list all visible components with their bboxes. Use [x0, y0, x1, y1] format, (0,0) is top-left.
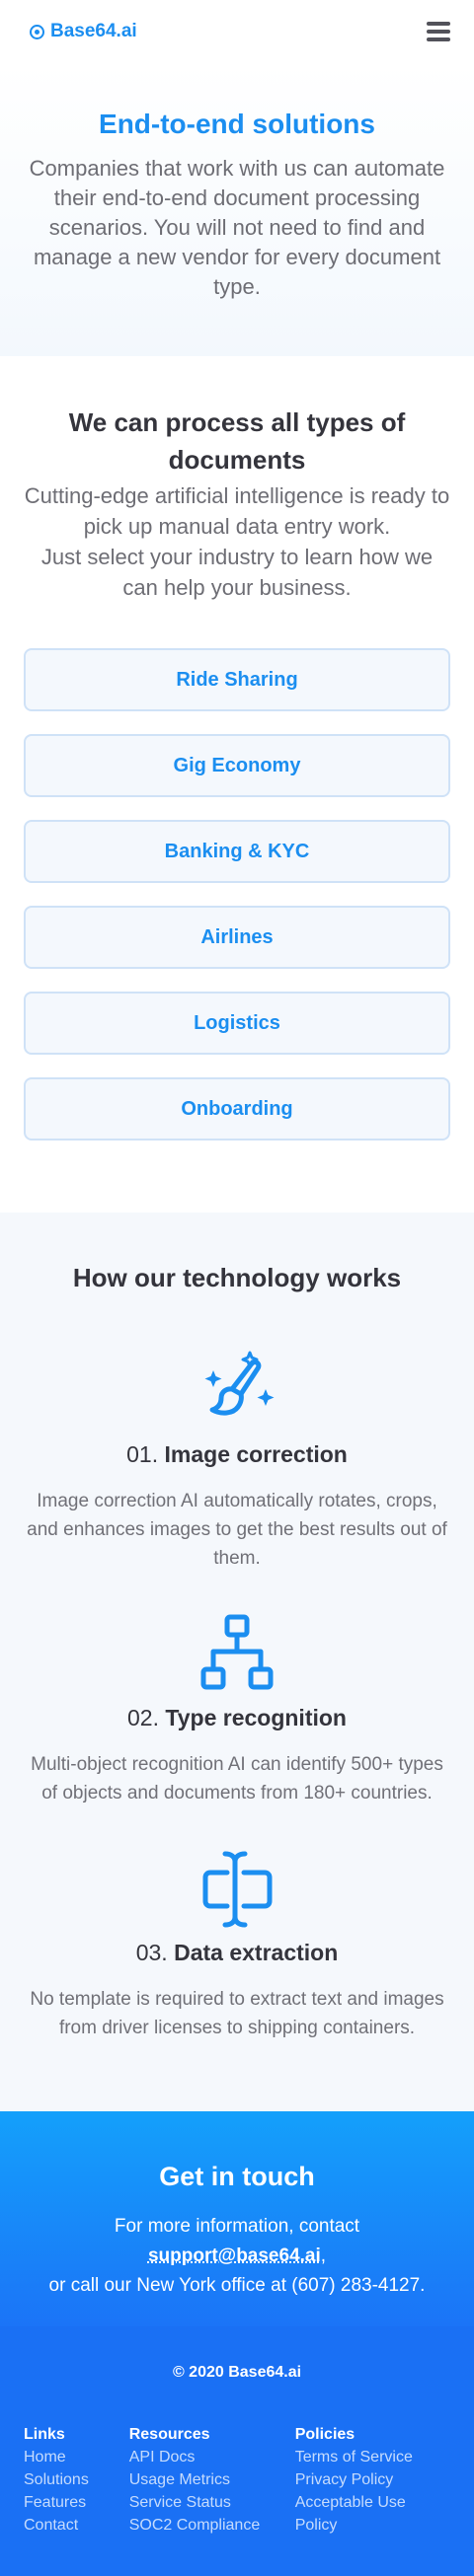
footer-link-terms[interactable]: Terms of Service	[295, 2446, 450, 2468]
footer-link-contact[interactable]: Contact	[24, 2514, 129, 2537]
step-description: Multi-object recognition AI can identify…	[31, 1754, 443, 1803]
text-cursor-field-icon	[202, 1851, 273, 1928]
footer-heading: Links	[24, 2426, 65, 2443]
technology-title: How our technology works	[72, 1263, 402, 1292]
hero-section: End-to-end solutions Companies that work…	[0, 63, 474, 356]
footer-link-service-status[interactable]: Service Status	[129, 2491, 295, 2514]
step-name: Image correction	[164, 1441, 348, 1467]
logo-icon	[30, 24, 44, 39]
menu-bar	[427, 22, 450, 26]
hierarchy-icon	[200, 1614, 274, 1690]
step-name: Type recognition	[165, 1705, 347, 1730]
menu-bar	[427, 37, 450, 41]
contact-section: Get in touch For more information, conta…	[0, 2111, 474, 2326]
tech-step-type-recognition: 02. Type recognition Multi-object recogn…	[26, 1610, 448, 1807]
brand-logo[interactable]: Base64.ai	[30, 21, 137, 42]
industries-lead: Cutting-edge artificial intelligence is …	[24, 483, 450, 600]
copyright: © 2020 Base64.ai	[172, 2364, 302, 2381]
footer-link-soc2[interactable]: SOC2 Compliance	[129, 2514, 295, 2537]
step-title: 01. Image correction	[26, 1437, 448, 1471]
footer-link-api-docs[interactable]: API Docs	[129, 2446, 295, 2468]
menu-bar	[427, 30, 450, 34]
technology-section: How our technology works 01. Image corre…	[0, 1213, 474, 2111]
hamburger-menu-icon[interactable]	[427, 22, 450, 41]
footer: © 2020 Base64.ai Links Home Solutions Fe…	[0, 2326, 474, 2576]
hero-title: End-to-end solutions	[99, 109, 375, 139]
industry-button-banking-kyc[interactable]: Banking & KYC	[24, 820, 450, 883]
contact-text-before: For more information, contact	[114, 2216, 360, 2237]
industry-button-airlines[interactable]: Airlines	[24, 906, 450, 969]
magic-brush-icon	[204, 1351, 275, 1416]
tech-step-data-extraction: 03. Data extraction No template is requi…	[26, 1845, 448, 2042]
support-email-link[interactable]: support@base64.ai	[148, 2245, 321, 2266]
hero-text: Companies that work with us can automate…	[29, 156, 445, 299]
step-title: 03. Data extraction	[26, 1936, 448, 1969]
footer-link-home[interactable]: Home	[24, 2446, 129, 2468]
step-title: 02. Type recognition	[26, 1701, 448, 1734]
industry-button-ride-sharing[interactable]: Ride Sharing	[24, 648, 450, 711]
step-description: No template is required to extract text …	[30, 1989, 444, 2038]
industry-button-gig-economy[interactable]: Gig Economy	[24, 734, 450, 797]
footer-column-resources: Resources API Docs Usage Metrics Service…	[129, 2423, 295, 2537]
industries-title: We can process all types of documents	[68, 407, 406, 475]
industry-button-onboarding[interactable]: Onboarding	[24, 1077, 450, 1141]
footer-link-solutions[interactable]: Solutions	[24, 2468, 129, 2491]
step-number: 03.	[135, 1940, 168, 1965]
footer-heading: Resources	[128, 2426, 210, 2443]
footer-link-acceptable-use[interactable]: Acceptable Use Policy	[295, 2491, 450, 2537]
footer-heading: Policies	[294, 2426, 356, 2443]
contact-title: Get in touch	[159, 2162, 315, 2191]
footer-link-features[interactable]: Features	[24, 2491, 129, 2514]
footer-link-usage-metrics[interactable]: Usage Metrics	[129, 2468, 295, 2491]
footer-column-links: Links Home Solutions Features Contact	[24, 2423, 129, 2537]
footer-columns: Links Home Solutions Features Contact Re…	[24, 2423, 450, 2537]
step-name: Data extraction	[174, 1940, 339, 1965]
logo-text: Base64.ai	[50, 21, 137, 41]
industry-button-logistics[interactable]: Logistics	[24, 992, 450, 1055]
top-header: Base64.ai	[0, 0, 474, 63]
contact-text: For more information, contact support@ba…	[26, 2212, 448, 2301]
tech-step-image-correction: 01. Image correction Image correction AI…	[26, 1347, 448, 1573]
step-number: 02.	[127, 1705, 159, 1730]
footer-link-privacy[interactable]: Privacy Policy	[295, 2468, 450, 2491]
footer-column-policies: Policies Terms of Service Privacy Policy…	[295, 2423, 450, 2537]
step-number: 01.	[126, 1441, 159, 1467]
industries-section: We can process all types of documents Cu…	[0, 356, 474, 1213]
step-description: Image correction AI automatically rotate…	[27, 1491, 447, 1569]
